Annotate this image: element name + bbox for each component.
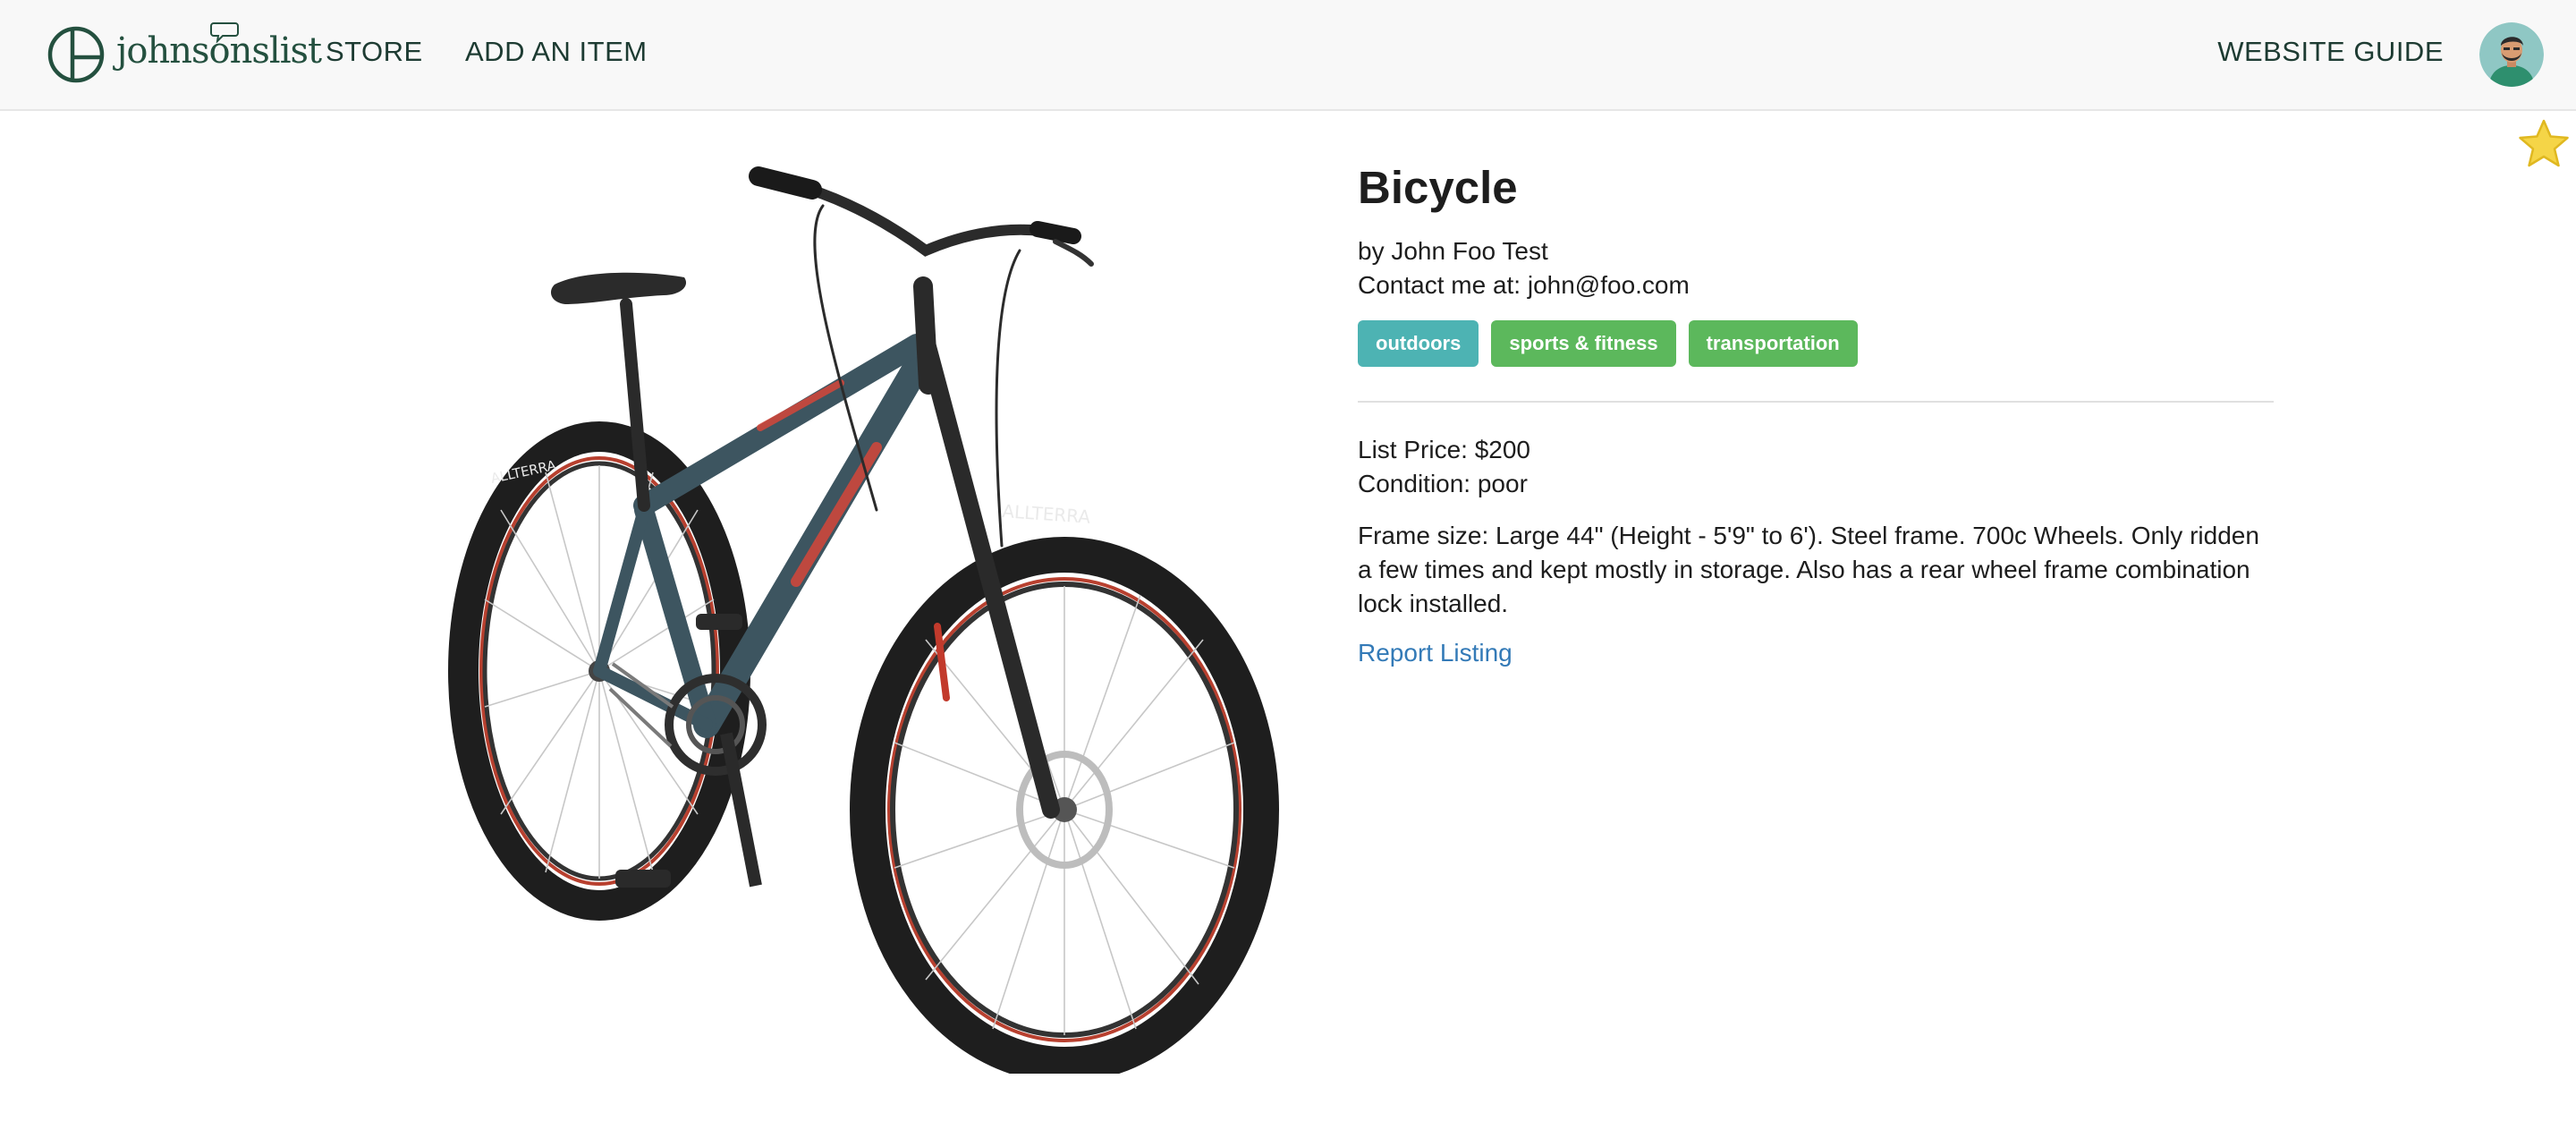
front-tire-brand: ALLTERRA (1002, 500, 1091, 528)
tag-list: outdoors sports & fitness transportation (1358, 320, 2274, 367)
divider (1358, 401, 2274, 403)
top-navbar: johnsonslist STORE ADD AN ITEM WEBSITE G… (0, 0, 2576, 111)
listing-description: Frame size: Large 44" (Height - 5'9" to … (1358, 522, 2259, 617)
star-icon[interactable] (2517, 118, 2571, 170)
listing-contact: Contact me at: john@foo.com (1358, 271, 1690, 299)
listing-title: Bicycle (1358, 162, 1518, 213)
listing-meta: by John Foo Test Contact me at: john@foo… (1358, 234, 2274, 302)
brand-logo[interactable]: johnsonslist (47, 20, 322, 89)
nav-store-link[interactable]: STORE (326, 36, 423, 68)
price-block: List Price: $200 Condition: poor (1358, 433, 2274, 501)
listing-author: by John Foo Test (1358, 237, 1548, 265)
nav-add-item-link[interactable]: ADD AN ITEM (465, 36, 648, 68)
avatar[interactable] (2479, 22, 2544, 87)
logo-icon (47, 26, 105, 83)
saddle (551, 272, 687, 304)
user-avatar-icon (2479, 22, 2544, 87)
tag-transportation[interactable]: transportation (1688, 320, 1858, 367)
tag-sports-fitness[interactable]: sports & fitness (1491, 320, 1676, 367)
condition: Condition: poor (1358, 470, 1528, 497)
report-listing-link[interactable]: Report Listing (1358, 639, 1513, 667)
listing-details: Bicycle by John Foo Test Contact me at: … (1358, 159, 2274, 667)
nav-website-guide-link[interactable]: WEBSITE GUIDE (2217, 36, 2444, 68)
front-wheel (850, 537, 1279, 1074)
speech-bubble-icon (210, 22, 239, 43)
product-image: ALLTERRA ALLTERRA (448, 166, 1279, 1074)
list-price: List Price: $200 (1358, 436, 1530, 463)
tag-outdoors[interactable]: outdoors (1358, 320, 1479, 367)
